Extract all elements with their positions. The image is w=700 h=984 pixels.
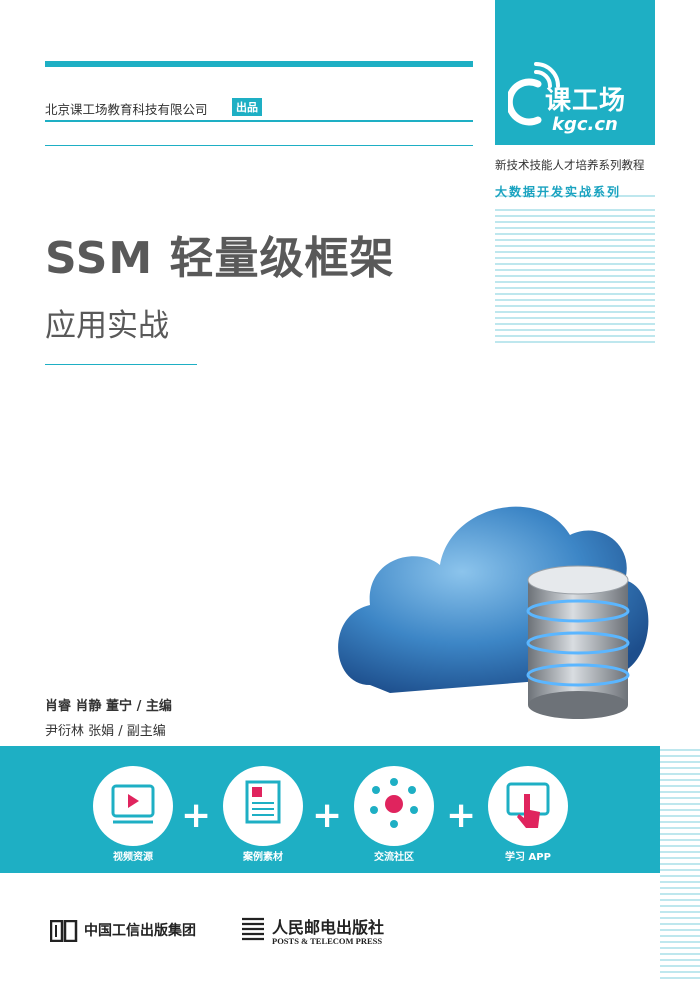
- plus-sign: +: [181, 795, 212, 836]
- cloud-database-illustration: [338, 506, 649, 719]
- press-name-cn: 人民邮电出版社: [272, 918, 385, 937]
- thin-rule: [45, 145, 473, 146]
- book-subtitle: 应用实战: [45, 308, 169, 344]
- miit-group-logo-icon: [50, 920, 78, 942]
- title-rule: [45, 364, 197, 365]
- chief-editors: 肖睿 肖静 董宁 / 主编: [45, 699, 172, 714]
- feature-cases: [223, 766, 303, 846]
- series-stripes: [495, 195, 655, 343]
- lower-stripes: [660, 749, 700, 979]
- feature-app-label: 学习 APP: [505, 852, 551, 863]
- deputy-editors: 尹衍林 张娟 / 副主编: [45, 724, 166, 739]
- community-icon: [370, 778, 418, 828]
- touch-app-icon: [506, 782, 550, 828]
- plus-sign: +: [312, 795, 343, 836]
- publisher-name: 北京课工场教育科技有限公司: [45, 102, 208, 117]
- feature-community: [354, 766, 434, 846]
- database-icon: [526, 565, 630, 719]
- top-accent-bar: [45, 61, 473, 67]
- feature-app: [488, 766, 568, 846]
- book-title: SSM 轻量级框架: [45, 233, 395, 284]
- press-name-en: POSTS & TELECOM PRESS: [272, 936, 383, 946]
- series-name: 新技术技能人才培养系列教程: [495, 158, 645, 172]
- publishing-group-name: 中国工信出版集团: [84, 923, 196, 939]
- ptpress-logo-icon: [242, 917, 264, 941]
- series-subname: 大数据开发实战系列: [495, 185, 622, 199]
- feature-video-label: 视频资源: [113, 852, 153, 863]
- video-icon: [111, 784, 155, 824]
- brand-name-cn: 课工场: [545, 86, 627, 116]
- document-icon: [245, 780, 281, 824]
- publisher-rule: [45, 120, 473, 122]
- publisher-badge: 出品: [232, 98, 262, 116]
- feature-cases-label: 案例素材: [243, 852, 283, 863]
- feature-community-label: 交流社区: [374, 852, 414, 863]
- feature-video: [93, 766, 173, 846]
- brand-name-en: kgc.cn: [552, 114, 618, 135]
- plus-sign: +: [446, 795, 477, 836]
